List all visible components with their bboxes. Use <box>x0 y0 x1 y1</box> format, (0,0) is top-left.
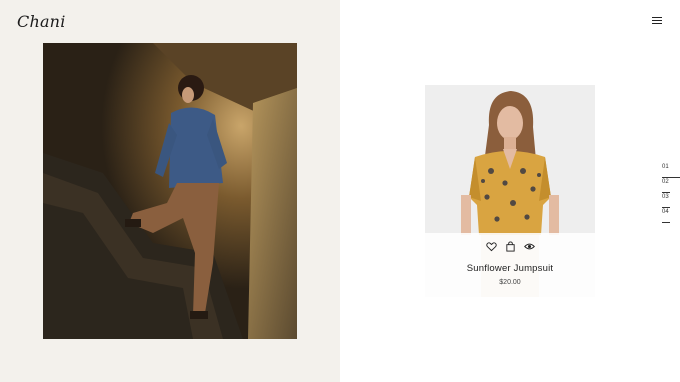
pagination-item-01[interactable]: 01 <box>662 163 680 178</box>
product-price: $20.00 <box>499 279 521 286</box>
pagination-label: 03 <box>662 194 669 200</box>
hamburger-menu-icon[interactable] <box>652 16 664 26</box>
slide-pagination: 01 02 03 04 <box>662 163 680 223</box>
brand-logo[interactable]: Chani <box>17 12 66 31</box>
wishlist-heart-icon[interactable] <box>485 241 497 252</box>
add-to-cart-bag-icon[interactable] <box>505 241 516 252</box>
menu-line <box>652 23 662 25</box>
menu-line <box>652 20 662 22</box>
pagination-item-04[interactable]: 04 <box>662 208 670 223</box>
menu-line <box>652 17 662 19</box>
hero-photo <box>43 43 297 339</box>
left-panel: Chani <box>0 0 340 382</box>
pagination-item-03[interactable]: 03 <box>662 193 670 208</box>
pagination-label: 02 <box>662 179 669 185</box>
product-name[interactable]: Sunflower Jumpsuit <box>425 263 595 274</box>
hero-photo-illustration <box>43 43 297 339</box>
quick-view-eye-icon[interactable] <box>523 241 535 252</box>
product-card[interactable]: Sunflower Jumpsuit $20.00 <box>425 85 595 297</box>
product-card-actions: Sunflower Jumpsuit $20.00 <box>425 233 595 297</box>
pagination-label: 04 <box>662 209 669 215</box>
pagination-item-02[interactable]: 02 <box>662 178 670 193</box>
action-icons <box>425 241 595 252</box>
pagination-label: 01 <box>662 164 669 170</box>
